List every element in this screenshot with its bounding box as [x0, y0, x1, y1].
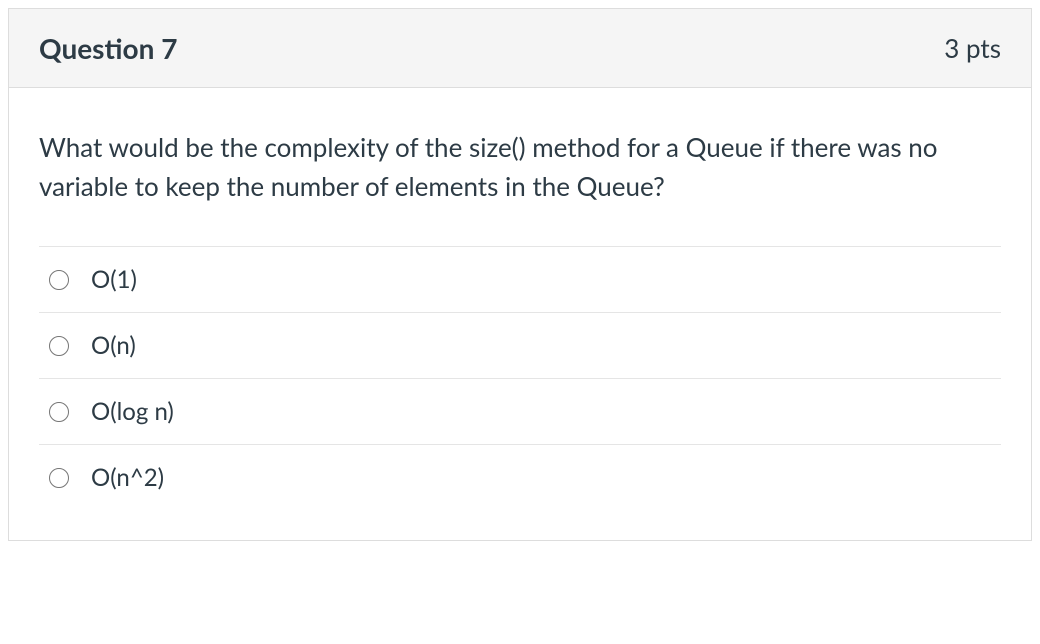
question-title: Question 7 [39, 31, 177, 65]
answer-label: O(log n) [91, 397, 174, 426]
question-header: Question 7 3 pts [9, 9, 1031, 88]
answers-list: O(1) O(n) O(log n) O(n^2) [39, 246, 1001, 510]
answer-option[interactable]: O(log n) [39, 378, 1001, 444]
question-body: What would be the complexity of the size… [9, 88, 1031, 540]
answer-option[interactable]: O(n) [39, 312, 1001, 378]
question-points: 3 pts [944, 32, 1001, 64]
answer-label: O(1) [91, 265, 137, 294]
answer-option[interactable]: O(n^2) [39, 444, 1001, 510]
answer-radio-2[interactable] [49, 402, 69, 422]
answer-label: O(n^2) [91, 463, 164, 492]
answer-radio-1[interactable] [49, 336, 69, 356]
answer-radio-3[interactable] [49, 468, 69, 488]
answer-radio-0[interactable] [49, 270, 69, 290]
question-card: Question 7 3 pts What would be the compl… [8, 8, 1032, 541]
question-prompt: What would be the complexity of the size… [39, 128, 1001, 206]
answer-option[interactable]: O(1) [39, 246, 1001, 312]
answer-label: O(n) [91, 331, 136, 360]
